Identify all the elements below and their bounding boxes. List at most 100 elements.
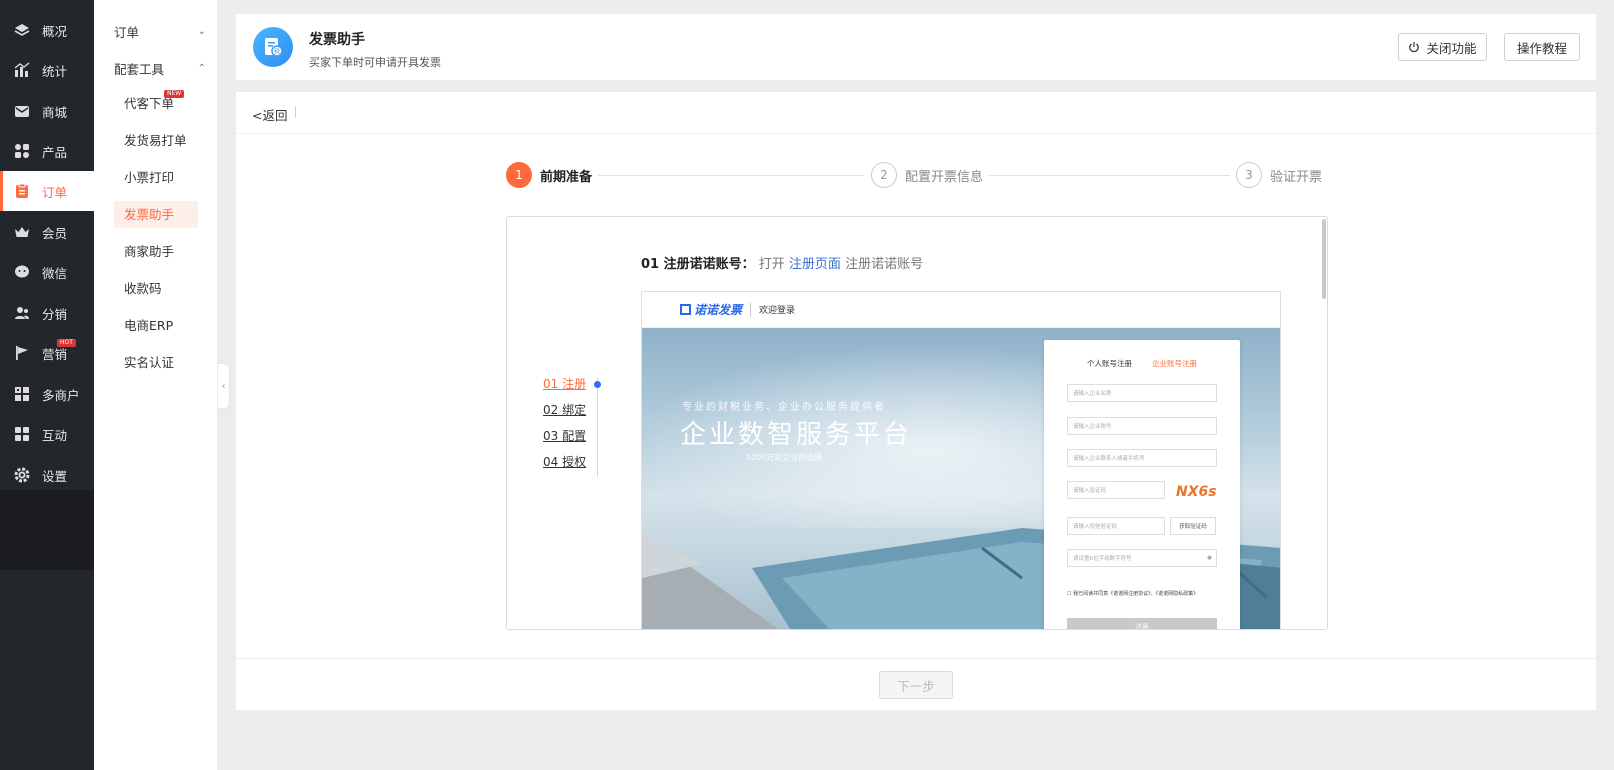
shop-icon — [15, 387, 29, 401]
sidebar-item-member[interactable]: 会员 — [0, 212, 94, 252]
submenu-group-label: 配套工具 — [114, 62, 165, 77]
step-number: 1 — [506, 162, 532, 188]
mail-icon — [15, 106, 29, 117]
anchor-track — [597, 377, 598, 477]
sidebar-item-label: 设置 — [42, 468, 68, 484]
sidebar-item-label: 会员 — [42, 225, 68, 241]
step-number: 2 — [871, 162, 897, 188]
sidebar-item-mall[interactable]: 商城 — [0, 91, 94, 131]
hot-badge: HOT — [57, 339, 76, 347]
sms-code-field: 请输入短信验证码 — [1067, 517, 1165, 535]
sidebar-item-stats[interactable]: 统计 — [0, 50, 94, 90]
step-label: 验证开票 — [1270, 169, 1323, 185]
guide-content[interactable]: 01 注册诺诺账号： 打开 注册页面 注册诺诺账号 01 注册 02 绑定 03… — [506, 216, 1328, 630]
wechat-icon — [15, 265, 29, 278]
sidebar-item-label: 统计 — [42, 63, 68, 79]
submenu-item-shipping-print[interactable]: 发货易打单 — [114, 127, 198, 154]
submenu-item-merchant-assistant[interactable]: 商家助手 — [114, 238, 198, 265]
flag-icon — [16, 346, 28, 360]
submenu-item-verification[interactable]: 实名认证 — [114, 349, 198, 376]
clipboard-icon — [16, 183, 28, 198]
anchor-config[interactable]: 03 配置 — [543, 427, 586, 444]
scrollbar-thumb[interactable] — [1322, 219, 1326, 299]
sub-menu: 订单 ⌄ 配套工具 ⌃ 代客下单 NEW 发货易打单 小票打印 发票助手 商家助… — [94, 0, 218, 770]
page-subtitle: 买家下单时可申请开具发票 — [309, 56, 441, 69]
tutorial-button[interactable]: 操作教程 — [1504, 33, 1580, 61]
register-page-link[interactable]: 注册页面 — [789, 257, 841, 272]
next-step-button[interactable]: 下一步 — [879, 671, 953, 699]
layers-icon — [14, 24, 30, 36]
sidebar-item-multi-merchant[interactable]: 多商户 — [0, 374, 94, 414]
step-1: 1 前期准备 — [506, 162, 592, 188]
sidebar-item-label: 互动 — [42, 427, 68, 443]
sidebar-item-marketing[interactable]: 营销 HOT — [0, 333, 94, 373]
tab-company: 企业账号注册 — [1152, 359, 1197, 368]
sidebar-item-label: 产品 — [42, 144, 68, 160]
sidebar-item-interaction[interactable]: 互动 — [0, 414, 94, 454]
section-heading: 01 注册诺诺账号： — [641, 257, 755, 272]
registration-screenshot: 诺诺发票 欢迎登录 专业的财税业务、企业办公服务提供者 企业数智服务平台 100… — [641, 291, 1281, 629]
primary-sidebar: 概况 统计 商城 产品 订单 会员 微信 分销 营销 HOT 多商户 互动 设置 — [0, 0, 94, 770]
step-2: 2 配置开票信息 — [871, 162, 983, 188]
tax-id-field: 请输入企业税号 — [1067, 417, 1217, 435]
company-name-field: 请输入企业名称 — [1067, 384, 1217, 402]
submenu-item-payment-code[interactable]: 收款码 — [114, 275, 198, 302]
register-button: 注册 — [1067, 618, 1217, 629]
step-label: 配置开票信息 — [905, 169, 984, 185]
captcha-image: NX6s — [1176, 484, 1217, 500]
submenu-group-order[interactable]: 订单 ⌄ — [114, 22, 206, 41]
eye-icon: ◉ — [1207, 555, 1212, 561]
back-link[interactable]: <返回 — [252, 105, 287, 124]
sidebar-item-overview[interactable]: 概况 — [0, 10, 94, 50]
collapse-submenu-toggle[interactable]: ‹ — [218, 363, 230, 409]
step-connector — [988, 175, 1230, 176]
section-tail-text: 注册诺诺账号 — [845, 257, 924, 272]
sidebar-item-product[interactable]: 产品 — [0, 131, 94, 171]
anchor-bind[interactable]: 02 绑定 — [543, 401, 586, 418]
new-badge: NEW — [164, 90, 185, 98]
sidebar-item-label: 多商户 — [42, 387, 80, 403]
step-3: 3 验证开票 — [1236, 162, 1322, 188]
anchor-register[interactable]: 01 注册 — [543, 375, 586, 392]
tab-personal: 个人账号注册 — [1087, 359, 1132, 368]
submenu-item-label: 代客下单 — [124, 96, 175, 111]
get-sms-code-button: 获取验证码 — [1170, 517, 1216, 535]
back-row: <返回 — [236, 92, 1596, 134]
step-connector — [598, 175, 864, 176]
sidebar-item-label: 订单 — [42, 184, 68, 200]
welcome-text: 欢迎登录 — [759, 306, 796, 316]
gear-icon — [14, 467, 30, 483]
chevron-down-icon: ⌄ — [197, 26, 206, 37]
submenu-item-proxy-order[interactable]: 代客下单 NEW — [114, 90, 198, 117]
sidebar-item-distribution[interactable]: 分销 — [0, 293, 94, 333]
agreement-text: ☐ 我已阅读并同意《诺诺网注册协议》、《诺诺网隐私政策》 — [1067, 591, 1199, 597]
sidebar-item-label: 概况 — [42, 23, 68, 39]
page-title: 发票助手 — [309, 32, 365, 48]
close-feature-button[interactable]: 关闭功能 — [1398, 33, 1487, 61]
sidebar-item-label: 微信 — [42, 265, 68, 281]
divider — [295, 106, 296, 118]
invoice-app-icon: 税 — [253, 27, 293, 67]
chart-icon — [14, 62, 30, 77]
sidebar-item-order[interactable]: 订单 — [0, 171, 94, 211]
users-icon — [15, 307, 29, 319]
sidebar-item-wechat[interactable]: 微信 — [0, 252, 94, 292]
anchor-authorize[interactable]: 04 授权 — [543, 453, 586, 470]
feature-header: 税 发票助手 买家下单时可申请开具发票 关闭功能 操作教程 — [236, 14, 1596, 80]
main-panel: <返回 1 前期准备 2 配置开票信息 3 验证开票 01 注册诺诺账号： 打开… — [236, 92, 1596, 710]
captcha-field: 请输入验证码 — [1067, 481, 1165, 499]
divider — [236, 658, 1596, 659]
contact-field: 请输入企业联系人或者手机号 — [1067, 449, 1217, 467]
sidebar-item-settings[interactable]: 设置 — [0, 455, 94, 495]
password-field: 请设置6位字母数字符号 ◉ — [1067, 549, 1217, 567]
submenu-item-invoice-assistant[interactable]: 发票助手 — [114, 201, 198, 228]
submenu-item-receipt-print[interactable]: 小票打印 — [114, 164, 198, 191]
section-open-text: 打开 — [758, 257, 785, 272]
hero-tagline: 1000万家企业的选择 — [746, 453, 823, 462]
submenu-item-erp[interactable]: 电商ERP — [114, 312, 198, 339]
nuonuo-logo: 诺诺发票 — [680, 301, 742, 318]
section-title: 01 注册诺诺账号： 打开 注册页面 注册诺诺账号 — [641, 253, 923, 272]
submenu-group-tools[interactable]: 配套工具 ⌃ — [114, 59, 206, 78]
step-label: 前期准备 — [540, 169, 593, 185]
grid-icon — [15, 144, 29, 158]
